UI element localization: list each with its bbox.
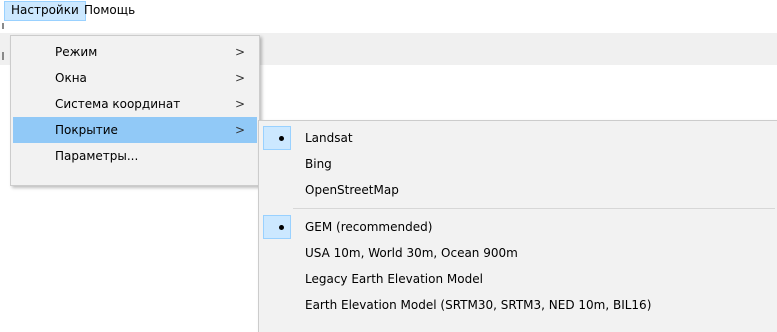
submenu-item-label: USA 10m, World 30m, Ocean 900m bbox=[305, 246, 518, 260]
menu-bar: Настройки Помощь bbox=[0, 0, 777, 21]
submenu-item-label: Legacy Earth Elevation Model bbox=[305, 272, 483, 286]
menu-item-mode[interactable]: Режим > bbox=[13, 39, 257, 65]
menu-separator bbox=[293, 208, 775, 209]
menu-settings[interactable]: Настройки bbox=[4, 1, 86, 21]
submenu-item-bing[interactable]: Bing bbox=[261, 151, 775, 177]
menu-help[interactable]: Помощь bbox=[78, 1, 141, 21]
submenu-item-landsat[interactable]: Landsat bbox=[261, 125, 775, 151]
check-background bbox=[263, 215, 291, 239]
menu-item-label: Покрытие bbox=[55, 123, 118, 137]
chevron-right-icon: > bbox=[234, 45, 245, 59]
menu-item-windows[interactable]: Окна > bbox=[13, 65, 257, 91]
submenu-item-label: GEM (recommended) bbox=[305, 220, 433, 234]
menu-item-parameters[interactable]: Параметры... bbox=[13, 143, 257, 169]
toolbar-grip[interactable] bbox=[2, 52, 4, 60]
submenu-item-label: Earth Elevation Model (SRTM30, SRTM3, NE… bbox=[305, 298, 652, 312]
radio-bullet-icon bbox=[279, 225, 284, 230]
submenu-item-gem[interactable]: GEM (recommended) bbox=[261, 214, 775, 240]
menu-item-label: Окна bbox=[55, 71, 87, 85]
submenu-item-legacy-elevation[interactable]: Legacy Earth Elevation Model bbox=[261, 266, 775, 292]
menu-item-label: Режим bbox=[55, 45, 98, 59]
radio-bullet-icon bbox=[279, 136, 284, 141]
submenu-item-label: Bing bbox=[305, 157, 332, 171]
check-background bbox=[263, 126, 291, 150]
submenu-item-usa-world-ocean[interactable]: USA 10m, World 30m, Ocean 900m bbox=[261, 240, 775, 266]
chevron-right-icon: > bbox=[234, 71, 245, 85]
toolbar-grip-top bbox=[2, 23, 4, 29]
submenu-item-openstreetmap[interactable]: OpenStreetMap bbox=[261, 177, 775, 203]
submenu-item-label: OpenStreetMap bbox=[305, 183, 399, 197]
chevron-right-icon: > bbox=[234, 97, 245, 111]
submenu-item-label: Landsat bbox=[305, 131, 353, 145]
chevron-right-icon: > bbox=[234, 123, 245, 137]
menu-item-label: Параметры... bbox=[55, 149, 139, 163]
settings-menu: Режим > Окна > Система координат > Покры… bbox=[10, 35, 260, 186]
submenu-item-earth-elevation[interactable]: Earth Elevation Model (SRTM30, SRTM3, NE… bbox=[261, 292, 775, 318]
menu-item-label: Система координат bbox=[55, 97, 181, 111]
coverage-submenu: Landsat Bing OpenStreetMap GEM (recommen… bbox=[258, 120, 777, 332]
menu-item-coordinate-system[interactable]: Система координат > bbox=[13, 91, 257, 117]
menu-item-coverage[interactable]: Покрытие > bbox=[13, 117, 257, 143]
